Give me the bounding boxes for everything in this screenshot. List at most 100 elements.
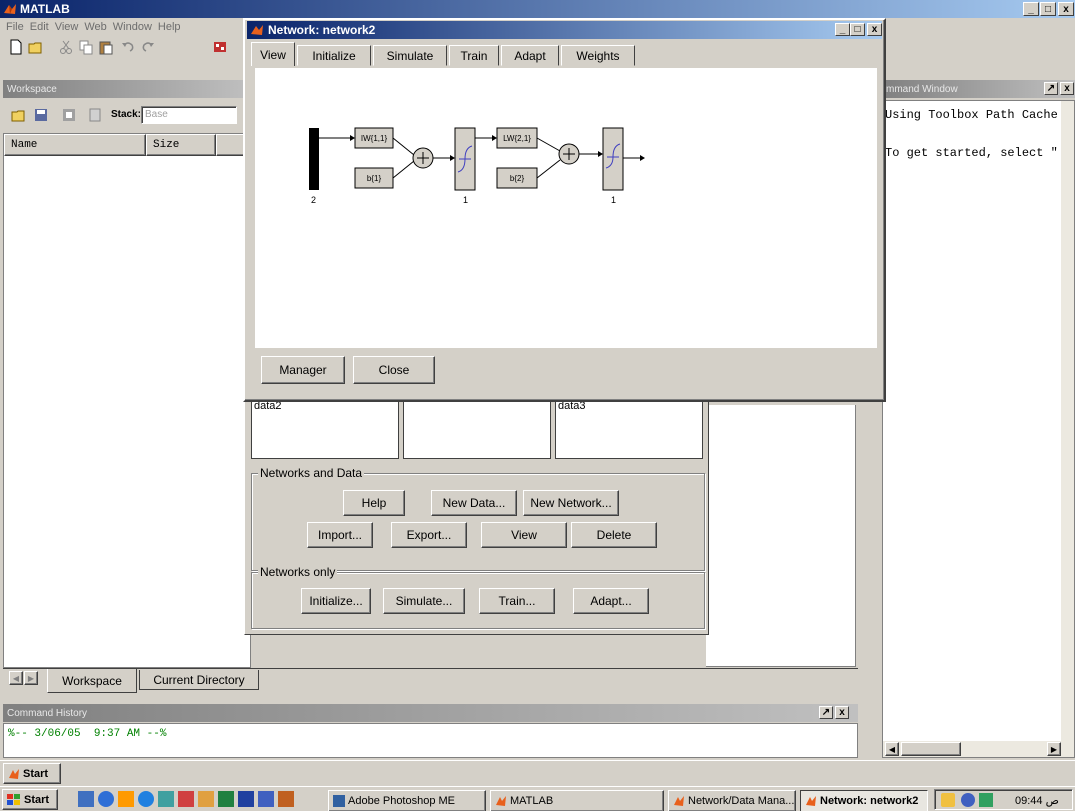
undo-icon[interactable]: [120, 39, 136, 55]
task-network-data-manager[interactable]: Network/Data Mana...: [668, 790, 796, 811]
new-network-button[interactable]: New Network...: [523, 490, 619, 516]
word-icon[interactable]: [238, 791, 254, 807]
cmdwin-hscroll[interactable]: ◀ ▶: [883, 741, 1074, 757]
stack-select[interactable]: Base: [141, 106, 237, 124]
initialize-button[interactable]: Initialize...: [301, 588, 371, 614]
manager-button[interactable]: Manager: [261, 356, 345, 384]
view-button[interactable]: View: [481, 522, 567, 548]
networks-and-data-label: Networks and Data: [258, 466, 365, 480]
matlab-minimize-button[interactable]: _: [1023, 2, 1039, 16]
quicklaunch-icon-8[interactable]: [218, 791, 234, 807]
tab-weights[interactable]: Weights: [561, 45, 635, 66]
tab-view[interactable]: View: [251, 42, 295, 66]
simulate-button[interactable]: Simulate...: [383, 588, 465, 614]
tab-scroll-right[interactable]: ▶: [24, 671, 38, 685]
start-label: Start: [24, 793, 50, 806]
cmdwin-close-button[interactable]: x: [1060, 82, 1074, 95]
hscroll-thumb[interactable]: [901, 742, 961, 756]
network-minimize-button[interactable]: _: [835, 23, 850, 36]
close-button[interactable]: Close: [353, 356, 435, 384]
workspace-tabstrip: ◀ ▶ Workspace Current Directory: [3, 668, 858, 694]
tab-adapt[interactable]: Adapt: [501, 45, 559, 66]
b1-label: b{1}: [367, 174, 382, 183]
stack-select-value: Base: [145, 109, 168, 120]
train-button[interactable]: Train...: [479, 588, 555, 614]
history-list[interactable]: %-- 3/06/05 9:37 AM --%: [3, 723, 858, 758]
network-maximize-button[interactable]: □: [850, 23, 865, 36]
data-list-2[interactable]: [403, 397, 551, 459]
workspace-col-size[interactable]: Size: [146, 134, 216, 156]
help-button[interactable]: Help: [343, 490, 405, 516]
history-undock-button[interactable]: ↗: [819, 706, 833, 719]
command-window-body[interactable]: Using Toolbox Path Cache To get started,…: [882, 100, 1075, 758]
quicklaunch-icon-6[interactable]: [178, 791, 194, 807]
hscroll-right-button[interactable]: ▶: [1047, 742, 1061, 756]
new-file-icon[interactable]: [8, 39, 24, 55]
task-matlab-icon: [496, 796, 506, 806]
tray-icon-3[interactable]: [979, 793, 993, 807]
tab-train[interactable]: Train: [449, 45, 499, 66]
import-button[interactable]: Import...: [307, 522, 373, 548]
tab-adapt-label: Adapt: [514, 48, 546, 63]
start-button[interactable]: Start: [2, 789, 58, 810]
menu-web[interactable]: Web: [84, 21, 106, 33]
task-photoshop[interactable]: Adobe Photoshop ME: [328, 790, 486, 811]
quicklaunch-icon-11[interactable]: [278, 791, 294, 807]
tray-clock[interactable]: 09:44 ص: [1015, 794, 1059, 807]
mini-start-button[interactable]: Start: [3, 763, 61, 784]
quicklaunch-icon-5[interactable]: [158, 791, 174, 807]
close-button-label: Close: [378, 363, 410, 377]
menu-view[interactable]: View: [55, 21, 79, 33]
simulink-icon[interactable]: [212, 39, 228, 55]
task-network-window-label: Network: network2: [820, 795, 919, 807]
open-folder-icon[interactable]: [28, 39, 44, 55]
history-entry[interactable]: %-- 3/06/05 9:37 AM --%: [8, 728, 166, 740]
quicklaunch-icon-7[interactable]: [198, 791, 214, 807]
volume-icon[interactable]: [941, 793, 955, 807]
tray-icon-2[interactable]: [961, 793, 975, 807]
quicklaunch-icon-4[interactable]: [138, 791, 154, 807]
tab-scroll-left[interactable]: ◀: [9, 671, 23, 685]
paste-icon[interactable]: [98, 39, 114, 55]
save-icon[interactable]: [33, 107, 49, 123]
history-close-button[interactable]: x: [835, 706, 849, 719]
ie-icon[interactable]: [98, 791, 114, 807]
adapt-button[interactable]: Adapt...: [573, 588, 649, 614]
cmdwin-vscroll[interactable]: [1061, 101, 1074, 741]
tab-workspace[interactable]: Workspace: [47, 669, 137, 693]
network-diagram: 2 IW{1,1} b{1} 1 LW{2,1} b{2} 1: [309, 127, 645, 205]
menu-edit[interactable]: Edit: [30, 21, 49, 33]
hscroll-left-button[interactable]: ◀: [885, 742, 899, 756]
matlab-titlebar[interactable]: MATLAB: [0, 0, 1075, 18]
quicklaunch-icon-1[interactable]: [78, 791, 94, 807]
task-network-window[interactable]: Network: network2: [800, 790, 928, 811]
task-matlab[interactable]: MATLAB: [490, 790, 664, 811]
data-list-3[interactable]: data3: [555, 397, 703, 459]
media-player-icon[interactable]: [118, 791, 134, 807]
matlab-close-button[interactable]: x: [1058, 2, 1074, 16]
redo-icon[interactable]: [140, 39, 156, 55]
import-data-icon[interactable]: [61, 107, 77, 123]
cmdwin-undock-button[interactable]: ↗: [1044, 82, 1058, 95]
export-button[interactable]: Export...: [391, 522, 467, 548]
menu-window[interactable]: Window: [113, 21, 152, 33]
network-close-button[interactable]: x: [867, 23, 882, 36]
tab-simulate[interactable]: Simulate: [373, 45, 447, 66]
tab-current-directory[interactable]: Current Directory: [139, 670, 259, 690]
open-icon[interactable]: [11, 107, 27, 123]
copy-icon[interactable]: [78, 39, 94, 55]
network-window-titlebar[interactable]: Network: network2: [247, 21, 882, 39]
matlab-restore-button[interactable]: □: [1040, 2, 1056, 16]
tab-initialize[interactable]: Initialize: [297, 45, 371, 66]
works-icon[interactable]: [258, 791, 274, 807]
menu-file[interactable]: File: [6, 21, 24, 33]
new-data-button[interactable]: New Data...: [431, 490, 517, 516]
menu-help[interactable]: Help: [158, 21, 181, 33]
data-list-1[interactable]: data2: [251, 397, 399, 459]
delete-button[interactable]: Delete: [571, 522, 657, 548]
delete-var-icon[interactable]: [87, 107, 103, 123]
workspace-col-name[interactable]: Name: [4, 134, 146, 156]
network-diagram-panel: 2 IW{1,1} b{1} 1 LW{2,1} b{2} 1: [255, 68, 877, 348]
tab-workspace-label: Workspace: [62, 673, 122, 688]
cut-icon[interactable]: [58, 39, 74, 55]
